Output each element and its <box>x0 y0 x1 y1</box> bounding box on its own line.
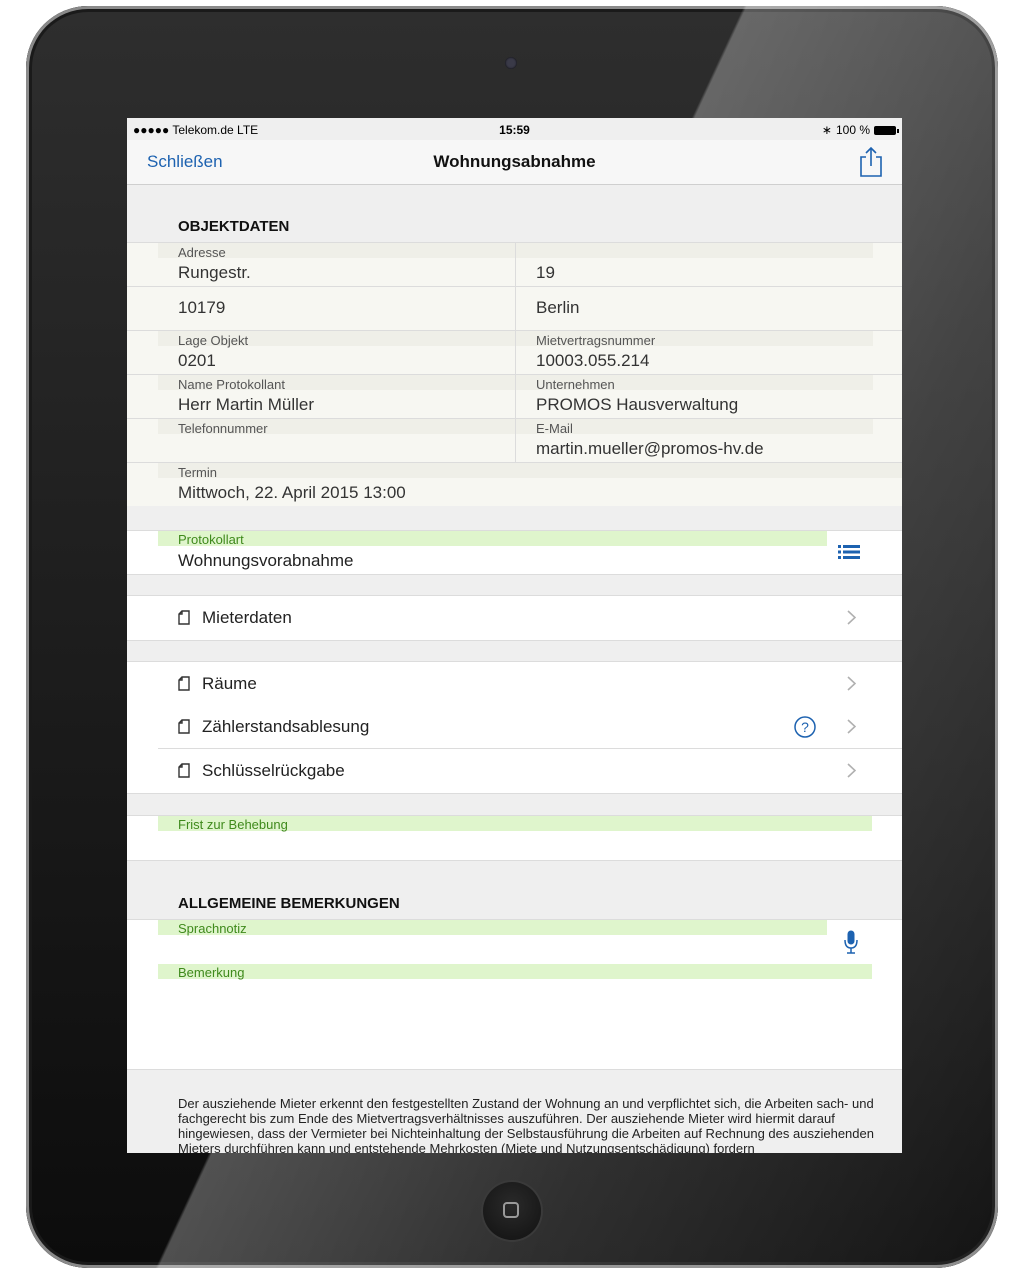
termin-label: Termin <box>178 465 218 480</box>
email-cell: E-Mail martin.mueller@promos-hv.de <box>515 419 902 463</box>
contact-row: Telefonnummer E-Mail martin.mueller@prom… <box>127 418 902 463</box>
app-screen: ●●●●● Telekom.de LTE 15:59 ∗ 100 % Schli… <box>127 118 902 1153</box>
document-icon <box>178 719 190 734</box>
protokollant-field[interactable]: Herr Martin Müller <box>178 395 314 415</box>
chevron-right-icon <box>847 719 856 734</box>
share-icon[interactable] <box>858 146 884 178</box>
protokollant-row: Name Protokollant Herr Martin Müller Unt… <box>127 374 902 419</box>
lage-cell: Lage Objekt 0201 <box>158 331 515 375</box>
status-right: ∗ 100 % <box>821 123 899 137</box>
list-item-label: Räume <box>202 674 257 693</box>
frist-row[interactable]: Frist zur Behebung <box>127 815 902 861</box>
list-picker-icon[interactable] <box>838 545 860 559</box>
camera-icon <box>505 57 517 69</box>
document-icon <box>178 676 190 691</box>
battery-icon <box>874 125 899 135</box>
house-number-cell: 19 <box>515 243 902 287</box>
list-item-raeume[interactable]: Räume <box>127 661 902 706</box>
zip-cell: 10179 <box>158 287 515 331</box>
list-item-schluessel[interactable]: Schlüsselrückgabe <box>127 749 902 794</box>
objektdaten-panel: Adresse Rungestr. 19 10179 Berlin Lage O… <box>127 242 902 506</box>
telefon-label: Telefonnummer <box>178 421 268 436</box>
email-label: E-Mail <box>536 421 573 436</box>
city-cell: Berlin <box>515 287 902 331</box>
house-number-field[interactable]: 19 <box>536 263 555 283</box>
battery-percent: 100 % <box>835 123 870 137</box>
navigation-bar: Schließen Wohnungsabnahme <box>127 140 902 185</box>
frist-label: Frist zur Behebung <box>178 817 288 832</box>
chevron-right-icon <box>847 763 856 778</box>
lage-row: Lage Objekt 0201 Mietvertragsnummer 1000… <box>127 330 902 375</box>
protokollant-cell: Name Protokollant Herr Martin Müller <box>158 375 515 419</box>
home-square-icon <box>503 1202 519 1218</box>
sprachnotiz-row[interactable]: Sprachnotiz <box>127 919 902 965</box>
protokollart-row[interactable]: Protokollart Wohnungsvorabnahme <box>127 530 902 575</box>
list-item-label: Zählerstandsablesung <box>202 717 370 736</box>
mietvertrag-label: Mietvertragsnummer <box>536 333 656 348</box>
protokollart-value: Wohnungsvorabnahme <box>178 551 354 570</box>
termin-field[interactable]: Mittwoch, 22. April 2015 13:00 <box>178 483 406 503</box>
list-item-label: Schlüsselrückgabe <box>202 761 345 780</box>
address-label: Adresse <box>178 245 226 260</box>
termin-cell: Termin Mittwoch, 22. April 2015 13:00 <box>158 463 902 507</box>
document-icon <box>178 763 190 778</box>
svg-text:?: ? <box>801 719 809 735</box>
email-field[interactable]: martin.mueller@promos-hv.de <box>536 439 764 459</box>
street-cell: Adresse Rungestr. <box>158 243 515 287</box>
document-icon <box>178 610 190 625</box>
address-row: Adresse Rungestr. 19 <box>127 242 902 287</box>
protokollant-label: Name Protokollant <box>178 377 285 392</box>
bemerkung-label: Bemerkung <box>178 965 245 980</box>
unternehmen-cell: Unternehmen PROMOS Hausverwaltung <box>515 375 902 419</box>
protokollart-label: Protokollart <box>178 532 244 547</box>
list-item-label: Mieterdaten <box>202 608 292 627</box>
clock: 15:59 <box>499 123 530 137</box>
microphone-icon[interactable] <box>844 930 858 954</box>
list-item-zaehlerstand[interactable]: Zählerstandsablesung ? <box>127 705 902 749</box>
unternehmen-field[interactable]: PROMOS Hausverwaltung <box>536 395 738 415</box>
bemerkung-row[interactable]: Bemerkung <box>127 964 902 1070</box>
city-field[interactable]: Berlin <box>536 298 579 318</box>
sprachnotiz-label: Sprachnotiz <box>178 921 247 936</box>
help-icon[interactable]: ? <box>794 716 816 738</box>
chevron-right-icon <box>847 676 856 691</box>
bluetooth-icon: ∗ <box>821 123 832 137</box>
street-field[interactable]: Rungestr. <box>178 263 251 283</box>
section-heading-bemerkungen: ALLGEMEINE BEMERKUNGEN <box>178 895 400 912</box>
termin-row: Termin Mittwoch, 22. April 2015 13:00 <box>127 462 902 507</box>
mietvertrag-cell: Mietvertragsnummer 10003.055.214 <box>515 331 902 375</box>
home-button[interactable] <box>483 1182 541 1240</box>
chevron-right-icon <box>847 610 856 625</box>
list-item-mieterdaten[interactable]: Mieterdaten <box>127 595 902 641</box>
lage-field[interactable]: 0201 <box>178 351 216 371</box>
unternehmen-label: Unternehmen <box>536 377 615 392</box>
section-heading-objektdaten: OBJEKTDATEN <box>178 218 290 235</box>
legal-disclaimer: Der ausziehende Mieter erkennt den festg… <box>178 1096 874 1153</box>
zip-field[interactable]: 10179 <box>178 298 225 318</box>
status-bar: ●●●●● Telekom.de LTE 15:59 ∗ 100 % <box>127 118 902 140</box>
lage-label: Lage Objekt <box>178 333 249 348</box>
page-title: Wohnungsabnahme <box>433 152 596 171</box>
mietvertrag-field[interactable]: 10003.055.214 <box>536 351 649 371</box>
city-row: 10179 Berlin <box>127 286 902 331</box>
telefon-cell: Telefonnummer <box>158 419 515 463</box>
